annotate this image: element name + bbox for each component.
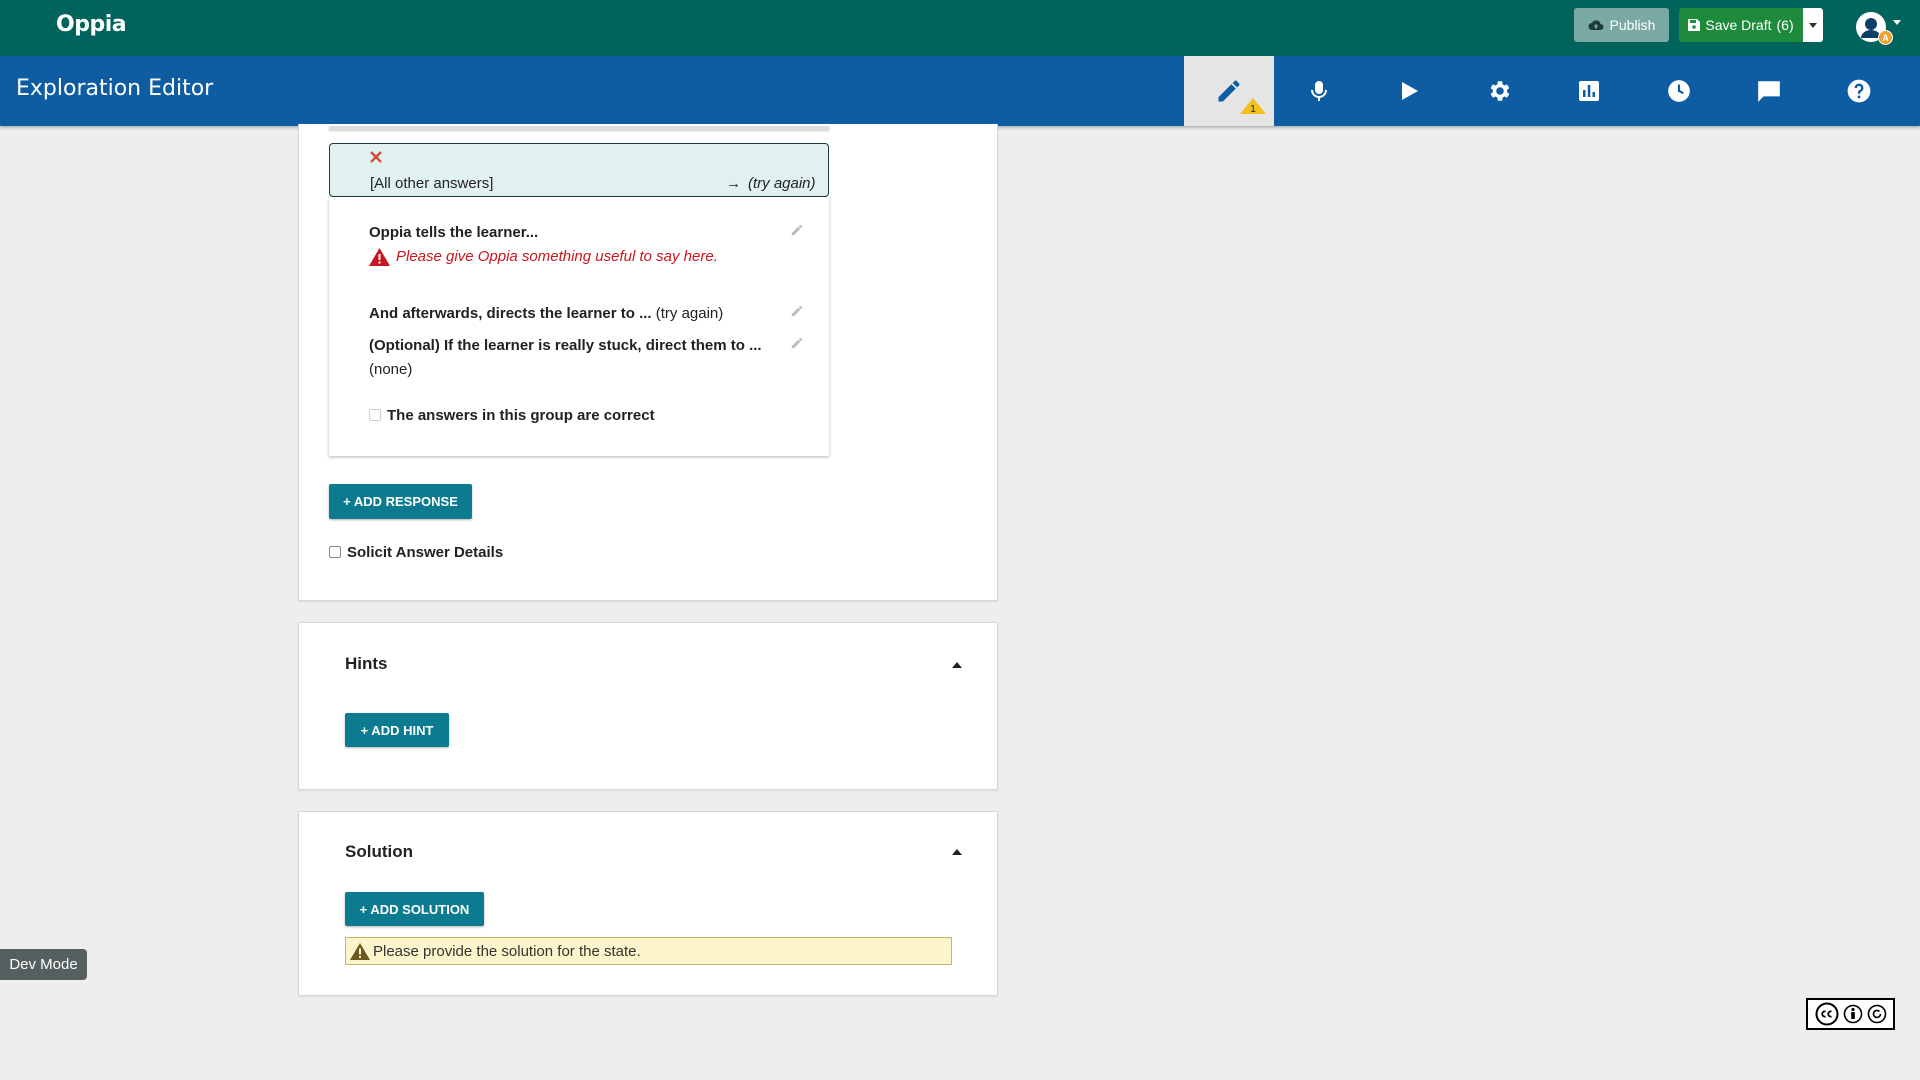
tab-preview[interactable] [1364,56,1454,126]
oppia-logo[interactable]: Oppia [56,12,127,37]
sa-icon [1867,1004,1886,1024]
add-response-button[interactable]: + ADD RESPONSE [329,484,472,519]
tab-statistics[interactable] [1544,56,1634,126]
cc-by-sa-license-icon[interactable] [1806,998,1895,1030]
svg-text:1: 1 [1250,104,1256,114]
tab-editor[interactable]: 1 [1184,56,1274,126]
save-draft-count: (6) [1776,17,1794,33]
hints-title: Hints [345,654,388,673]
afterwards-row: And afterwards, directs the learner to .… [369,305,723,322]
user-menu-caret-icon[interactable] [1893,20,1901,25]
solution-warning-box: Please provide the solution for the stat… [345,937,952,965]
default-response-body: Oppia tells the learner... Please give O… [329,197,829,456]
stuck-value: (none) [369,361,413,378]
by-icon [1843,1004,1862,1024]
feedback-warning-text: Please give Oppia something useful to sa… [396,248,718,265]
correct-answers-checkbox[interactable] [369,409,381,421]
clock-icon [1668,80,1690,102]
play-icon [1402,82,1418,100]
help-icon [1847,79,1871,103]
bar-chart-icon [1579,81,1599,101]
caret-down-icon [1809,22,1817,28]
avatar-badge: A [1878,30,1893,45]
edit-stuck-destination-pencil-icon[interactable] [790,336,804,350]
save-options-dropdown[interactable] [1803,8,1823,42]
dev-mode-badge: Dev Mode [0,949,87,980]
edit-destination-pencil-icon[interactable] [790,304,804,318]
warning-icon: 1 [1240,98,1266,114]
tab-translations[interactable] [1274,56,1364,126]
top-navbar: Oppia Publish Save Draft (6) A [0,0,1920,56]
gear-icon [1490,81,1510,101]
pencil-icon [1218,80,1240,102]
publish-button[interactable]: Publish [1574,8,1669,42]
response-destination: (try again) [748,175,816,192]
solution-warning-text: Please provide the solution for the stat… [373,942,641,960]
warning-icon [350,942,370,960]
close-icon [370,151,382,163]
warning-icon [369,248,390,266]
comment-icon [1758,81,1780,102]
collapse-solution-icon[interactable] [952,849,962,855]
save-draft-button[interactable]: Save Draft (6) [1679,8,1803,42]
add-hint-button[interactable]: + ADD HINT [345,713,449,747]
solicit-answer-details-label: Solicit Answer Details [347,544,504,561]
stuck-label: (Optional) If the learner is really stuc… [369,337,762,354]
cloud-upload-icon [1588,20,1604,30]
feedback-label: Oppia tells the learner... [369,224,539,241]
collapse-hints-icon[interactable] [952,662,962,668]
cc-icon [1815,1002,1838,1026]
microphone-icon [1311,81,1327,101]
hints-card: Hints + ADD HINT [298,622,998,790]
default-response-header[interactable]: [All other answers] → (try again) [329,143,829,197]
editor-navbar: Exploration Editor 1 [0,56,1920,126]
previous-response-edge [329,126,829,130]
solicit-answer-details-checkbox[interactable] [329,546,341,558]
arrow-icon: → [726,175,741,192]
correct-answers-label: The answers in this group are correct [387,407,655,424]
tab-history[interactable] [1634,56,1724,126]
save-draft-label: Save Draft [1705,17,1772,33]
afterwards-value: (try again) [655,305,724,322]
solution-card: Solution + ADD SOLUTION [298,811,998,996]
tab-help[interactable] [1814,56,1904,126]
publish-label: Publish [1609,17,1656,33]
tab-feedback[interactable] [1724,56,1814,126]
response-answers-label: [All other answers] [370,175,494,192]
floppy-disk-icon [1688,19,1701,31]
edit-feedback-pencil-icon[interactable] [790,223,804,237]
tab-settings[interactable] [1454,56,1544,126]
afterwards-label: And afterwards, directs the learner to .… [369,305,652,322]
solution-title: Solution [345,842,413,861]
page-title: Exploration Editor [16,76,214,101]
add-solution-button[interactable]: + ADD SOLUTION [345,892,484,926]
